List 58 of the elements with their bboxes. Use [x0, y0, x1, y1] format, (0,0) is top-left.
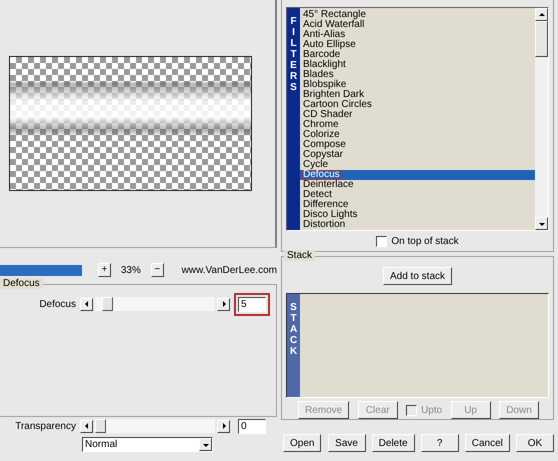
filter-item[interactable]: Blacklight	[300, 60, 535, 70]
checkbox[interactable]	[376, 236, 388, 246]
value-field[interactable]: 5	[238, 296, 266, 312]
filter-item[interactable]: Anti-Alias	[300, 30, 535, 40]
group-title: Stack	[284, 250, 316, 261]
zoom-in-button[interactable]: +	[98, 263, 111, 277]
filter-item[interactable]: Acid Waterfall	[300, 20, 535, 30]
filter-item[interactable]: Difference	[300, 200, 535, 210]
scrollbar[interactable]	[535, 8, 548, 230]
filter-item[interactable]: Colorize	[300, 130, 535, 140]
filter-item[interactable]: Distortion	[300, 220, 535, 230]
slider-thumb[interactable]	[95, 419, 106, 433]
slider-label: Transparency	[14, 420, 77, 432]
blend-mode-dropdown[interactable]: Normal	[82, 437, 213, 452]
slider-track[interactable]	[95, 419, 215, 433]
filter-item[interactable]: Deinterlace	[300, 180, 535, 190]
slider-track[interactable]	[95, 297, 215, 311]
filters-band: FILTERS	[287, 8, 300, 230]
website-text: www.VanDerLee.com	[182, 264, 277, 276]
filter-item[interactable]: Brighten Dark	[300, 90, 535, 100]
filter-item[interactable]: Cartoon Circles	[300, 100, 535, 110]
dialog-button[interactable]: Delete	[372, 434, 415, 452]
scrollbar-thumb[interactable]	[535, 21, 548, 57]
dialog-button[interactable]: Cancel	[464, 434, 510, 452]
filter-item[interactable]: Detect	[300, 190, 535, 200]
filter-item[interactable]: Copystar	[300, 150, 535, 160]
dialog-button[interactable]: ?	[420, 434, 459, 452]
add-to-stack-button[interactable]: Add to stack	[382, 267, 452, 285]
checkbox-label: On top of stack	[391, 236, 459, 246]
value-field[interactable]: 0	[238, 418, 266, 434]
right-arrow-button[interactable]	[217, 298, 230, 310]
dialog-button[interactable]: OK	[516, 434, 554, 452]
filter-item[interactable]: Blobspike	[300, 80, 535, 90]
zoom-out-button[interactable]: −	[150, 263, 164, 277]
filter-item[interactable]: Disco Lights	[300, 210, 535, 220]
zoom-value: 33%	[120, 264, 142, 276]
filter-item[interactable]: Chrome	[300, 120, 535, 130]
right-arrow-button[interactable]	[217, 420, 230, 432]
left-arrow-icon	[82, 422, 90, 430]
filter-item[interactable]: Defocus	[300, 170, 535, 180]
dialog-button[interactable]: Save	[328, 434, 366, 452]
filter-item[interactable]: Cycle	[300, 160, 535, 170]
left-arrow-button[interactable]	[80, 298, 93, 310]
filter-item[interactable]: Auto Ellipse	[300, 40, 535, 50]
filter-item[interactable]: 45° Rectangle	[300, 10, 535, 20]
stack-band: STACK	[287, 294, 300, 397]
group-title: Defocus	[0, 278, 43, 289]
dialog-button[interactable]: Open	[283, 434, 322, 452]
filter-item[interactable]: Compose	[300, 140, 535, 150]
filter-item[interactable]: CD Shader	[300, 110, 535, 120]
left-arrow-button[interactable]	[80, 420, 93, 432]
filter-item[interactable]: Barcode	[300, 50, 535, 60]
slider-label: Defocus	[38, 298, 77, 310]
checkbox-label: Upto	[421, 404, 442, 416]
slider-thumb[interactable]	[102, 297, 113, 311]
left-arrow-icon	[82, 300, 90, 308]
scroll-up-icon	[538, 10, 546, 18]
filter-item[interactable]: Blades	[300, 70, 535, 80]
